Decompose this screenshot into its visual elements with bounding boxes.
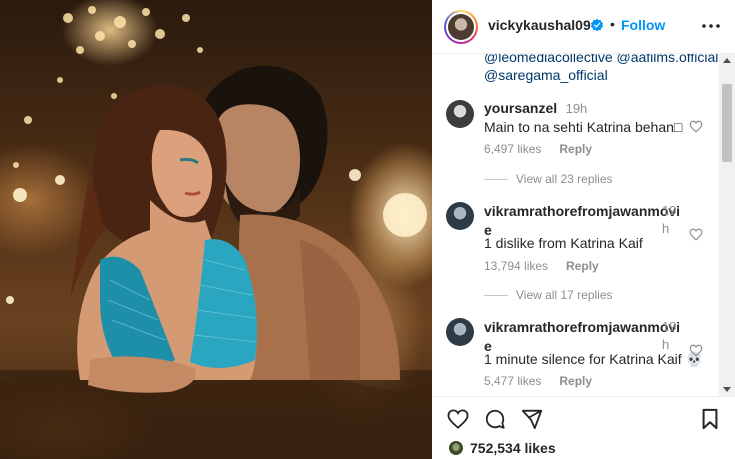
replies-divider: [484, 179, 508, 181]
comment-avatar[interactable]: [446, 100, 474, 128]
comment-like-count[interactable]: 13,794 likes: [484, 259, 548, 273]
comment-text: 1 dislike from Katrina Kaif: [484, 235, 643, 251]
post-header: vickykaushal09 • Follow: [432, 0, 735, 54]
comments-scrollbar[interactable]: [719, 54, 735, 396]
view-replies-label: View all 17 replies: [516, 288, 613, 302]
comment-username[interactable]: vikramrathorefromjawanmovi: [484, 319, 680, 335]
scroll-down-arrow-icon[interactable]: [723, 387, 731, 392]
more-options-icon[interactable]: [700, 14, 722, 38]
liker-avatar[interactable]: [448, 440, 464, 456]
post-photo: [0, 0, 432, 459]
comment-meta: 5,477 likes Reply: [484, 374, 592, 388]
bookmark-icon[interactable]: [700, 408, 720, 430]
comment-like-heart-icon[interactable]: [689, 120, 703, 133]
caption-mention-line[interactable]: @leomediacollective @aafilms.official: [484, 54, 718, 66]
separator-dot: •: [610, 16, 615, 32]
comment-username[interactable]: vikramrathorefromjawanmovi: [484, 203, 680, 219]
comment-time: 19 h: [662, 318, 676, 354]
replies-divider: [484, 295, 508, 297]
comment-meta: 6,497 likes Reply: [484, 142, 592, 156]
view-replies-button[interactable]: View all 23 replies: [484, 172, 613, 186]
comment-like-heart-icon[interactable]: [689, 228, 703, 241]
author-username[interactable]: vickykaushal09: [488, 17, 591, 33]
heart-icon[interactable]: [447, 409, 469, 429]
view-replies-button[interactable]: View all 17 replies: [484, 288, 613, 302]
post-like-count[interactable]: 752,534 likes: [470, 440, 556, 456]
comment-time: 19 h: [662, 202, 676, 238]
post-actions-bar: 752,534 likes: [432, 396, 735, 459]
scroll-up-arrow-icon[interactable]: [723, 58, 731, 63]
comment-like-count[interactable]: 5,477 likes: [484, 374, 541, 388]
reply-button[interactable]: Reply: [559, 374, 592, 388]
comment-icon[interactable]: [484, 408, 506, 430]
comment-time-line: 19: [662, 319, 677, 334]
comment-username[interactable]: yoursanzel: [484, 100, 557, 116]
comment-time-line: h: [662, 337, 670, 352]
author-avatar[interactable]: [444, 10, 478, 44]
comment-time-line: 19: [662, 203, 677, 218]
post-sidebar: vickykaushal09 • Follow @leomediacollect…: [432, 0, 735, 459]
comment-header: yoursanzel 19h: [484, 100, 587, 118]
reply-button[interactable]: Reply: [566, 259, 599, 273]
caption-mentions: @leomediacollective @aafilms.official @s…: [484, 54, 718, 84]
verified-badge-icon: [590, 18, 604, 32]
comment-meta: 13,794 likes Reply: [484, 259, 599, 273]
scrollbar-thumb[interactable]: [722, 84, 732, 162]
reply-button[interactable]: Reply: [559, 142, 592, 156]
comment-time: 19h: [565, 101, 588, 116]
comment-avatar[interactable]: [446, 318, 474, 346]
comments-list: @leomediacollective @aafilms.official @s…: [432, 54, 735, 396]
follow-button[interactable]: Follow: [621, 17, 665, 33]
comment-avatar[interactable]: [446, 202, 474, 230]
share-icon[interactable]: [521, 408, 543, 430]
caption-mention-line[interactable]: @saregama_official: [484, 66, 718, 84]
comment-text: Main to na sehti Katrina behan□: [484, 119, 683, 135]
comment-time-line: h: [662, 221, 670, 236]
view-replies-label: View all 23 replies: [516, 172, 613, 186]
comment-text: 1 minute silence for Katrina Kaif 💀: [484, 351, 703, 367]
post-photo-illustration: [0, 6, 432, 459]
comment-like-count[interactable]: 6,497 likes: [484, 142, 541, 156]
comment-like-heart-icon[interactable]: [689, 344, 703, 357]
